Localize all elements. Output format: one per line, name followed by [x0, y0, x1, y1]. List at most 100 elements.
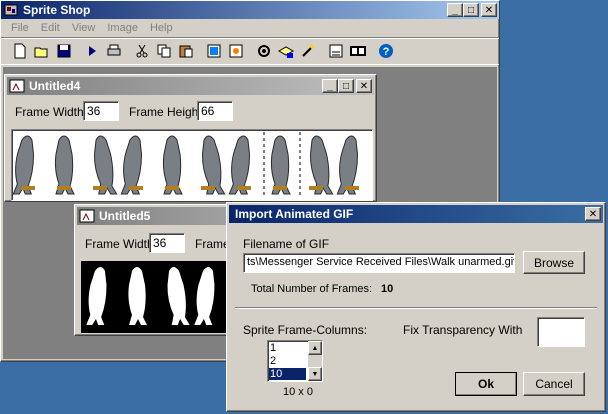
- ok-button[interactable]: Ok: [455, 372, 517, 396]
- child1-close-button[interactable]: ✕: [356, 79, 372, 93]
- close-icon: ✕: [484, 4, 494, 16]
- menu-bar: File Edit View Image Help: [1, 19, 499, 37]
- filename-label: Filename of GIF: [243, 237, 330, 251]
- columns-listbox[interactable]: 1 2 10 ▲ ▼: [267, 340, 323, 382]
- dialog-close-button[interactable]: ✕: [585, 207, 601, 221]
- menu-edit[interactable]: Edit: [35, 22, 66, 34]
- child-window-untitled4: Untitled4 _ □ ✕ Frame Width 36 Frame Hei…: [4, 74, 377, 202]
- open-button[interactable]: [31, 40, 53, 62]
- paste-button[interactable]: [175, 40, 197, 62]
- transparency-color-swatch[interactable]: [537, 317, 585, 347]
- refresh-icon: [229, 44, 243, 58]
- child1-frame-width-field[interactable]: 36: [83, 101, 119, 121]
- sprite-frame-3: [93, 135, 118, 195]
- image-button[interactable]: [203, 40, 225, 62]
- maximize-icon: □: [467, 4, 475, 16]
- menu-help[interactable]: Help: [144, 22, 179, 34]
- arrow-up-icon: ▲: [311, 344, 319, 352]
- print-button[interactable]: [103, 40, 125, 62]
- child2-frame-width-label: Frame Width: [85, 237, 154, 251]
- child1-title: Untitled4: [29, 79, 81, 93]
- filmstrip-button[interactable]: [347, 40, 369, 62]
- child1-maximize-button[interactable]: □: [338, 79, 354, 93]
- help-button[interactable]: ?: [375, 40, 397, 62]
- filename-field[interactable]: ts\Messenger Service Received Files\Walk…: [243, 253, 515, 273]
- sprite-frame-4: [120, 135, 143, 195]
- menu-file[interactable]: File: [5, 22, 35, 34]
- frame-icon: [329, 44, 343, 58]
- filmstrip-icon: [350, 46, 366, 56]
- sprite-shop-app-icon: [3, 2, 19, 18]
- listbox-scrollbar[interactable]: ▲ ▼: [308, 341, 322, 381]
- browse-button[interactable]: Browse: [523, 251, 585, 274]
- child1-titlebar[interactable]: Untitled4 _ □ ✕: [7, 77, 374, 95]
- maximize-button[interactable]: □: [463, 3, 479, 17]
- play-button[interactable]: [81, 40, 103, 62]
- copy-button[interactable]: [153, 40, 175, 62]
- columns-option-2[interactable]: 2: [270, 355, 276, 367]
- help-icon: ?: [379, 44, 393, 58]
- child1-frame-width-label: Frame Width: [15, 105, 84, 119]
- print-icon: [107, 44, 121, 56]
- child1-minimize-button[interactable]: _: [322, 79, 338, 93]
- minimize-button[interactable]: _: [447, 3, 463, 17]
- columns-label: Sprite Frame-Columns:: [243, 323, 368, 337]
- new-button[interactable]: [9, 40, 31, 62]
- child1-frame-height-field[interactable]: 66: [197, 101, 233, 121]
- wand-icon: [302, 44, 315, 57]
- sprite-frame-1: [12, 135, 35, 195]
- sprite-frame-10: [336, 135, 359, 195]
- child-document-icon: [79, 208, 95, 224]
- child-document-icon: [9, 78, 25, 94]
- sprite-frame-strip[interactable]: [11, 129, 373, 201]
- new-icon: [14, 43, 26, 59]
- cut-button[interactable]: [131, 40, 153, 62]
- save-icon: [57, 44, 71, 58]
- main-titlebar[interactable]: Sprite Shop _ □ ✕: [1, 1, 499, 19]
- close-button[interactable]: ✕: [481, 3, 497, 17]
- child2-frame-width-field[interactable]: 36: [149, 233, 185, 253]
- transparency-label: Fix Transparency With: [403, 323, 523, 337]
- mask-frame-2: [128, 267, 147, 325]
- import-gif-dialog: Import Animated GIF ✕ Filename of GIF ts…: [226, 202, 606, 412]
- play-icon: [89, 46, 96, 56]
- settings-button[interactable]: [253, 40, 275, 62]
- svg-text:?: ?: [383, 46, 390, 58]
- refresh-button[interactable]: [225, 40, 247, 62]
- sprite-frames: [12, 132, 359, 198]
- image-icon: [207, 44, 221, 58]
- dialog-title: Import Animated GIF: [235, 207, 354, 221]
- copy-icon: [157, 44, 171, 58]
- wand-button[interactable]: [297, 40, 319, 62]
- columns-option-10[interactable]: 10: [269, 368, 306, 380]
- layers-icon: [278, 46, 294, 58]
- open-icon: [34, 47, 48, 58]
- close-icon: ✕: [359, 80, 369, 92]
- dialog-titlebar[interactable]: Import Animated GIF ✕: [229, 205, 603, 223]
- sprite-frame-9: [309, 135, 334, 195]
- paste-icon: [179, 45, 193, 58]
- sprite-frame-7: [228, 135, 251, 195]
- layers-button[interactable]: [275, 40, 297, 62]
- save-button[interactable]: [53, 40, 75, 62]
- grid-readout: 10 x 0: [283, 386, 313, 398]
- frame-button[interactable]: [325, 40, 347, 62]
- child1-frame-height-label: Frame Height: [129, 105, 202, 119]
- maximize-icon: □: [342, 80, 350, 92]
- arrow-down-icon: ▼: [311, 370, 319, 378]
- toolbar: ?: [1, 37, 499, 65]
- minimize-icon: _: [452, 4, 458, 16]
- mask-frame-1: [86, 267, 107, 325]
- menu-image[interactable]: Image: [101, 22, 144, 34]
- scroll-up-button[interactable]: ▲: [308, 341, 322, 355]
- columns-option-1[interactable]: 1: [270, 342, 276, 354]
- close-icon: ✕: [588, 208, 598, 220]
- main-window-title: Sprite Shop: [23, 3, 91, 17]
- sprite-frame-6: [201, 135, 226, 195]
- scroll-down-button[interactable]: ▼: [308, 367, 322, 381]
- cut-icon: [136, 44, 148, 58]
- menu-view[interactable]: View: [66, 22, 102, 34]
- mask-frame-3: [167, 267, 190, 325]
- cancel-button[interactable]: Cancel: [523, 372, 585, 396]
- child2-title: Untitled5: [99, 209, 151, 223]
